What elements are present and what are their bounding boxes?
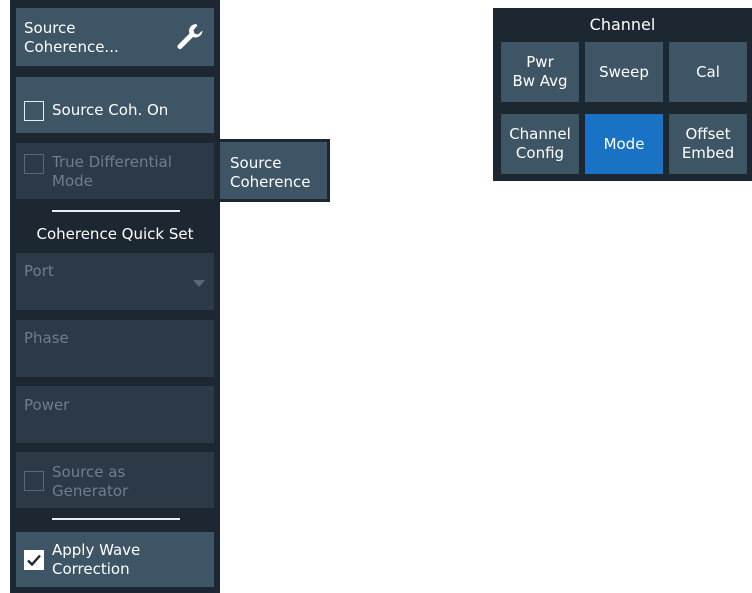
sweep-button[interactable]: Sweep <box>585 42 663 102</box>
flyout-line1: Source <box>230 154 282 172</box>
checkbox-box <box>24 100 44 121</box>
coherence-quick-set-heading: Coherence Quick Set <box>36 225 194 243</box>
btn-line1: Offset <box>685 125 731 143</box>
checkmark-icon <box>27 554 41 567</box>
btn-line2: Config <box>515 144 565 162</box>
softkey-panel: Source Coherence... Source Coh. On True … <box>10 0 220 593</box>
divider <box>52 210 180 212</box>
wrench-icon <box>177 24 203 49</box>
port-dropdown[interactable]: Port <box>16 253 214 310</box>
pwr-bw-avg-button[interactable]: Pwr Bw Avg <box>501 42 579 102</box>
offset-embed-button[interactable]: Offset Embed <box>669 114 747 174</box>
source-coherence-tab-inner: Source Coherence <box>220 142 327 199</box>
src-gen-line2: Generator <box>52 481 129 500</box>
port-label: Port <box>24 262 54 280</box>
channel-panel: Channel Pwr Bw Avg Sweep Cal Channel Con… <box>493 8 752 181</box>
apply-wave-correction-checkbox[interactable]: Apply Wave Correction <box>16 532 214 587</box>
cal-button[interactable]: Cal <box>669 42 747 102</box>
btn-line1: Pwr <box>526 53 554 71</box>
checkbox-box <box>24 470 44 491</box>
btn-line1: Mode <box>603 134 645 153</box>
true-diff-label: True Differential Mode <box>52 153 172 191</box>
true-differential-mode-checkbox[interactable]: True Differential Mode <box>16 143 214 199</box>
channel-title: Channel <box>589 15 656 34</box>
true-diff-line2: Mode <box>52 172 93 190</box>
phase-field[interactable]: Phase <box>16 320 214 377</box>
btn-line2: Bw Avg <box>512 72 568 90</box>
source-coherence-tab[interactable]: Source Coherence <box>217 139 330 202</box>
apply-line1: Apply Wave <box>52 541 141 559</box>
triangle-down-icon <box>193 280 205 287</box>
apply-label: Apply Wave Correction <box>52 541 140 579</box>
source-coherence-menu-button[interactable]: Source Coherence... <box>16 8 214 66</box>
true-diff-line1: True Differential <box>52 153 172 171</box>
src-gen-line1: Source as <box>52 462 126 481</box>
src-gen-label: Source as Generator <box>52 463 128 501</box>
source-coh-on-checkbox[interactable]: Source Coh. On <box>16 77 214 133</box>
mode-button[interactable]: Mode <box>585 114 663 174</box>
btn-line1: Channel <box>509 125 571 143</box>
divider <box>52 518 180 520</box>
flyout-line2: Coherence <box>230 173 311 191</box>
apply-line2: Correction <box>52 560 130 578</box>
source-coh-on-label: Source Coh. On <box>52 101 169 119</box>
power-label: Power <box>24 396 70 414</box>
checkbox-box <box>24 154 44 174</box>
phase-label: Phase <box>24 329 69 347</box>
channel-config-button[interactable]: Channel Config <box>501 114 579 174</box>
btn-line1: Cal <box>696 62 720 81</box>
checkbox-box-checked <box>24 550 44 570</box>
source-as-generator-checkbox[interactable]: Source as Generator <box>16 452 214 508</box>
btn-line1: Sweep <box>599 62 649 81</box>
btn-line2: Embed <box>681 144 735 162</box>
power-field[interactable]: Power <box>16 386 214 443</box>
